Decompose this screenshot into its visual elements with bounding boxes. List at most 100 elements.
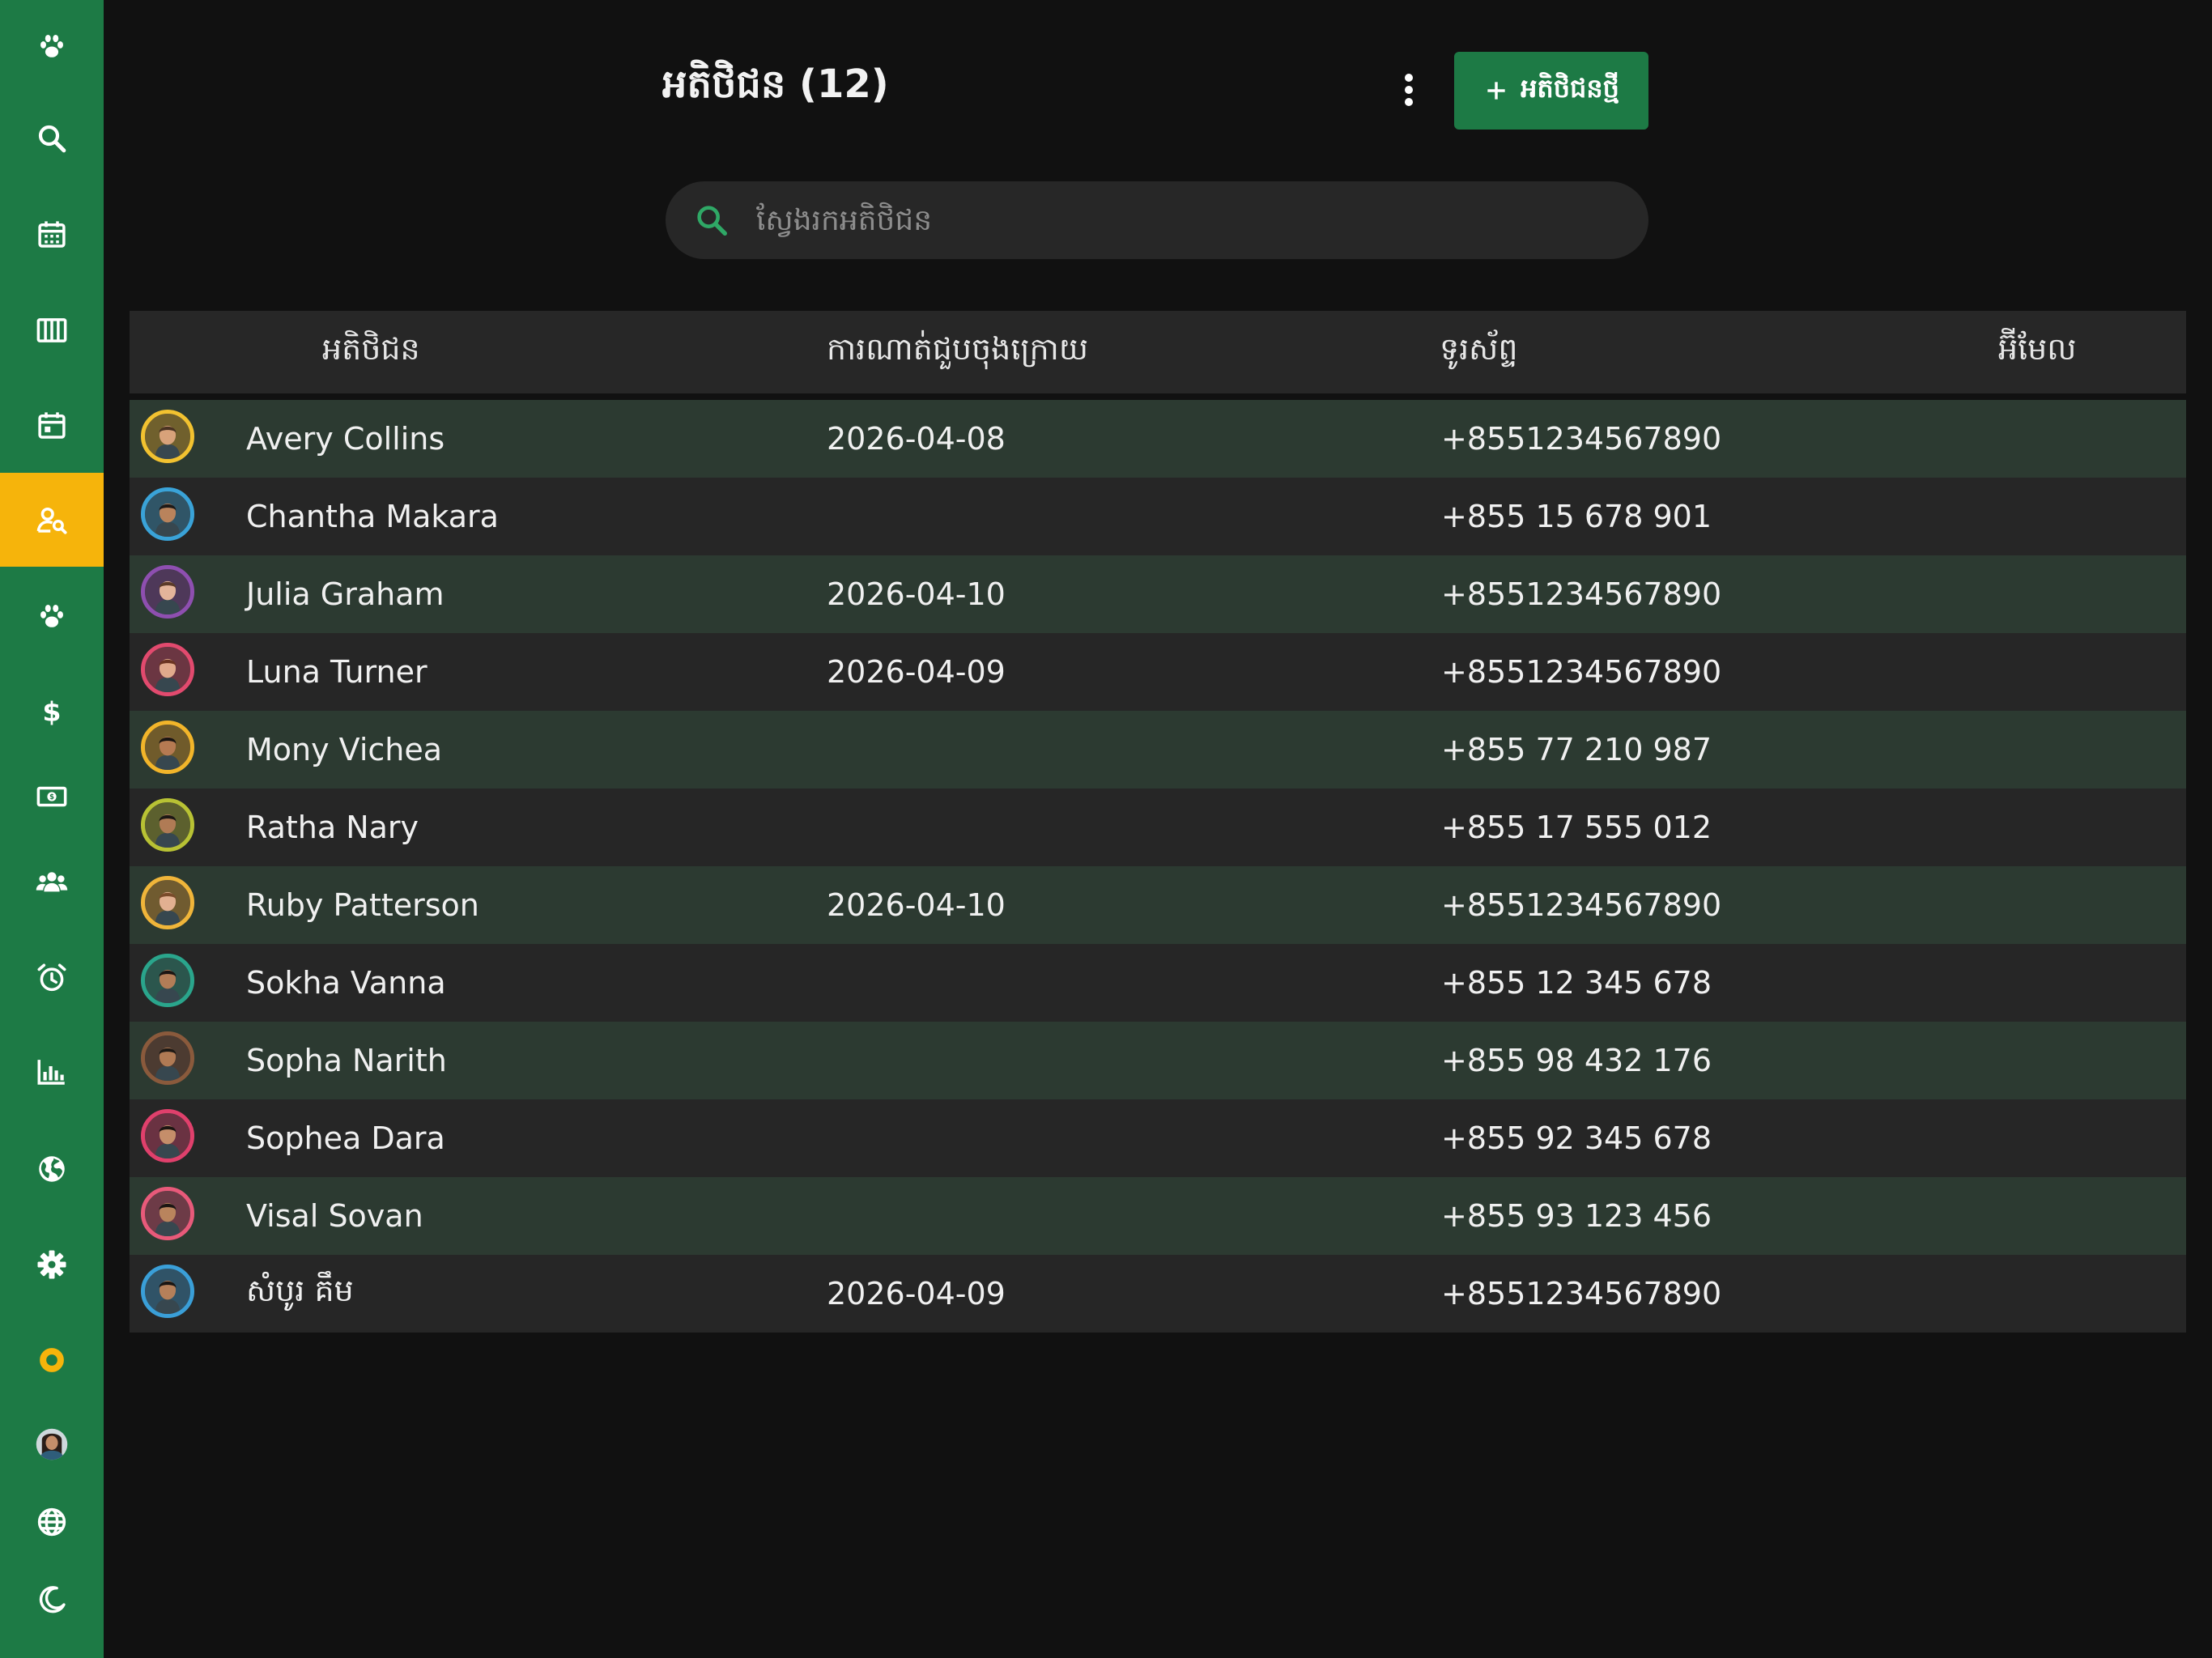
table-row[interactable]: Visal Sovan +855 93 123 456 [130, 1177, 2186, 1255]
table-row[interactable]: Mony Vichea +855 77 210 987 [130, 711, 2186, 789]
sidebar-item-reports[interactable] [0, 1025, 104, 1119]
phone-number: +8551234567890 [1441, 654, 1722, 690]
table-row[interactable]: Avery Collins 2026-04-08 +8551234567890 [130, 400, 2186, 478]
main-content: អតិថិជន (12) អតិថិជនថ្មី អតិថិជន ការណាត់… [104, 0, 2212, 1658]
customer-name[interactable]: Julia Graham [246, 555, 445, 633]
phone-number: +855 15 678 901 [1441, 499, 1712, 534]
table-row[interactable]: Sokha Vanna +855 12 345 678 [130, 944, 2186, 1022]
table-row[interactable]: Ruby Patterson 2026-04-10 +8551234567890 [130, 866, 2186, 944]
customer-name[interactable]: Ruby Patterson [246, 866, 479, 944]
customer-avatar [141, 1187, 194, 1240]
sidebar-item-customers[interactable] [0, 473, 104, 567]
customer-avatar [141, 565, 194, 619]
customer-avatar [141, 721, 194, 774]
columns-icon [36, 318, 67, 342]
phone-number: +855 77 210 987 [1441, 732, 1712, 767]
customer-photo-icon [145, 880, 190, 925]
phone-number: +855 93 123 456 [1441, 1198, 1712, 1234]
paw-logo-icon [40, 34, 63, 57]
sidebar-item-settings[interactable] [0, 1218, 104, 1312]
customer-search-icon [36, 507, 67, 534]
sidebar-item-pricing[interactable]: $ [0, 664, 104, 758]
table-row[interactable]: Ratha Nary +855 17 555 012 [130, 789, 2186, 866]
table-row[interactable]: Sopha Narith +855 98 432 176 [130, 1022, 2186, 1099]
customer-avatar [141, 798, 194, 852]
sidebar-item-website[interactable] [0, 1122, 104, 1216]
user-avatar-icon [36, 1428, 68, 1460]
customer-name[interactable]: សំបូរ គឹម [246, 1255, 354, 1333]
sidebar-item-theme[interactable] [0, 1553, 104, 1647]
alarm-clock-icon [37, 963, 66, 992]
customer-name[interactable]: Luna Turner [246, 633, 428, 711]
customer-name[interactable]: Visal Sovan [246, 1177, 423, 1255]
customer-name[interactable]: Sopha Narith [246, 1022, 447, 1099]
more-vertical-icon [1405, 74, 1413, 106]
table-row[interactable]: Sophea Dara +855 92 345 678 [130, 1099, 2186, 1177]
last-appointment-date: 2026-04-08 [827, 421, 1006, 457]
table-row[interactable]: Luna Turner 2026-04-09 +8551234567890 [130, 633, 2186, 711]
column-header-email[interactable]: អ៊ីមែល [1998, 311, 2076, 393]
customer-search-input[interactable] [756, 196, 1606, 244]
customer-name[interactable]: Chantha Makara [246, 478, 499, 555]
svg-text:$: $ [49, 793, 54, 801]
customer-photo-icon [145, 569, 190, 614]
globe-filled-icon [39, 1156, 65, 1182]
customer-name[interactable]: Sokha Vanna [246, 944, 446, 1022]
customer-photo-icon [145, 1191, 190, 1236]
phone-number: +8551234567890 [1441, 576, 1722, 612]
last-appointment-date: 2026-04-09 [827, 654, 1006, 690]
customer-name[interactable]: Mony Vichea [246, 711, 442, 789]
sidebar-item-columns-board[interactable] [0, 283, 104, 377]
sidebar-item-staff[interactable] [0, 835, 104, 929]
sidebar-item-calendar-grid[interactable] [0, 188, 104, 282]
customer-photo-icon [145, 958, 190, 1003]
table-body: Avery Collins 2026-04-08 +8551234567890 Cha… [130, 400, 2186, 1333]
customer-photo-icon [145, 1035, 190, 1081]
plus-icon [1487, 82, 1505, 100]
customer-photo-icon [145, 1113, 190, 1158]
customer-photo-icon [145, 725, 190, 770]
dollar-icon: $ [42, 695, 61, 727]
sidebar-item-home-paw-logo[interactable] [0, 0, 104, 94]
customer-photo-icon [145, 802, 190, 848]
bar-chart-icon [37, 1060, 65, 1085]
column-header-phone[interactable]: ទូរស័ព្ទ [1440, 311, 1517, 393]
customer-avatar [141, 487, 194, 541]
sidebar: $ $ [0, 0, 104, 1658]
column-header-customer[interactable]: អតិថិជន [322, 311, 420, 393]
customer-avatar [141, 1031, 194, 1085]
customer-avatar [141, 410, 194, 463]
banknote-icon: $ [36, 786, 67, 807]
sidebar-item-calendar[interactable] [0, 379, 104, 473]
column-header-last-appointment[interactable]: ការណាត់ជួបចុងក្រោយ [827, 311, 1088, 393]
sidebar-item-payments[interactable]: $ [0, 750, 104, 844]
paw-icon [40, 604, 63, 627]
customer-avatar [141, 1265, 194, 1318]
sidebar-item-reminders[interactable] [0, 931, 104, 1025]
table-row[interactable]: សំបូរ គឹម 2026-04-09 +8551234567890 [130, 1255, 2186, 1333]
table-row[interactable]: Chantha Makara +855 15 678 901 [130, 478, 2186, 555]
phone-number: +8551234567890 [1441, 887, 1722, 923]
customer-photo-icon [145, 491, 190, 537]
sidebar-item-pets[interactable] [0, 570, 104, 664]
customer-photo-icon [145, 414, 190, 459]
customer-name[interactable]: Ratha Nary [246, 789, 419, 866]
customer-name[interactable]: Avery Collins [246, 400, 445, 478]
last-appointment-date: 2026-04-10 [827, 887, 1006, 923]
group-icon [36, 872, 68, 892]
dark-mode-moon-icon [39, 1586, 66, 1613]
customer-name[interactable]: Sophea Dara [246, 1099, 445, 1177]
add-customer-label: អតិថិជនថ្មី [1521, 72, 1619, 104]
sidebar-item-status[interactable] [0, 1313, 104, 1407]
customer-photo-icon [145, 647, 190, 692]
phone-number: +855 92 345 678 [1441, 1120, 1712, 1156]
sidebar-item-search[interactable] [0, 91, 104, 185]
more-options-button[interactable] [1391, 66, 1427, 113]
add-customer-button[interactable]: អតិថិជនថ្មី [1454, 52, 1648, 130]
phone-number: +855 12 345 678 [1441, 965, 1712, 1001]
page-title: អតិថិជន (12) [662, 62, 889, 107]
table-header: អតិថិជន ការណាត់ជួបចុងក្រោយ ទូរស័ព្ទ អ៊ីម… [130, 311, 2186, 393]
customer-avatar [141, 876, 194, 929]
customer-avatar [141, 1109, 194, 1163]
table-row[interactable]: Julia Graham 2026-04-10 +8551234567890 [130, 555, 2186, 633]
